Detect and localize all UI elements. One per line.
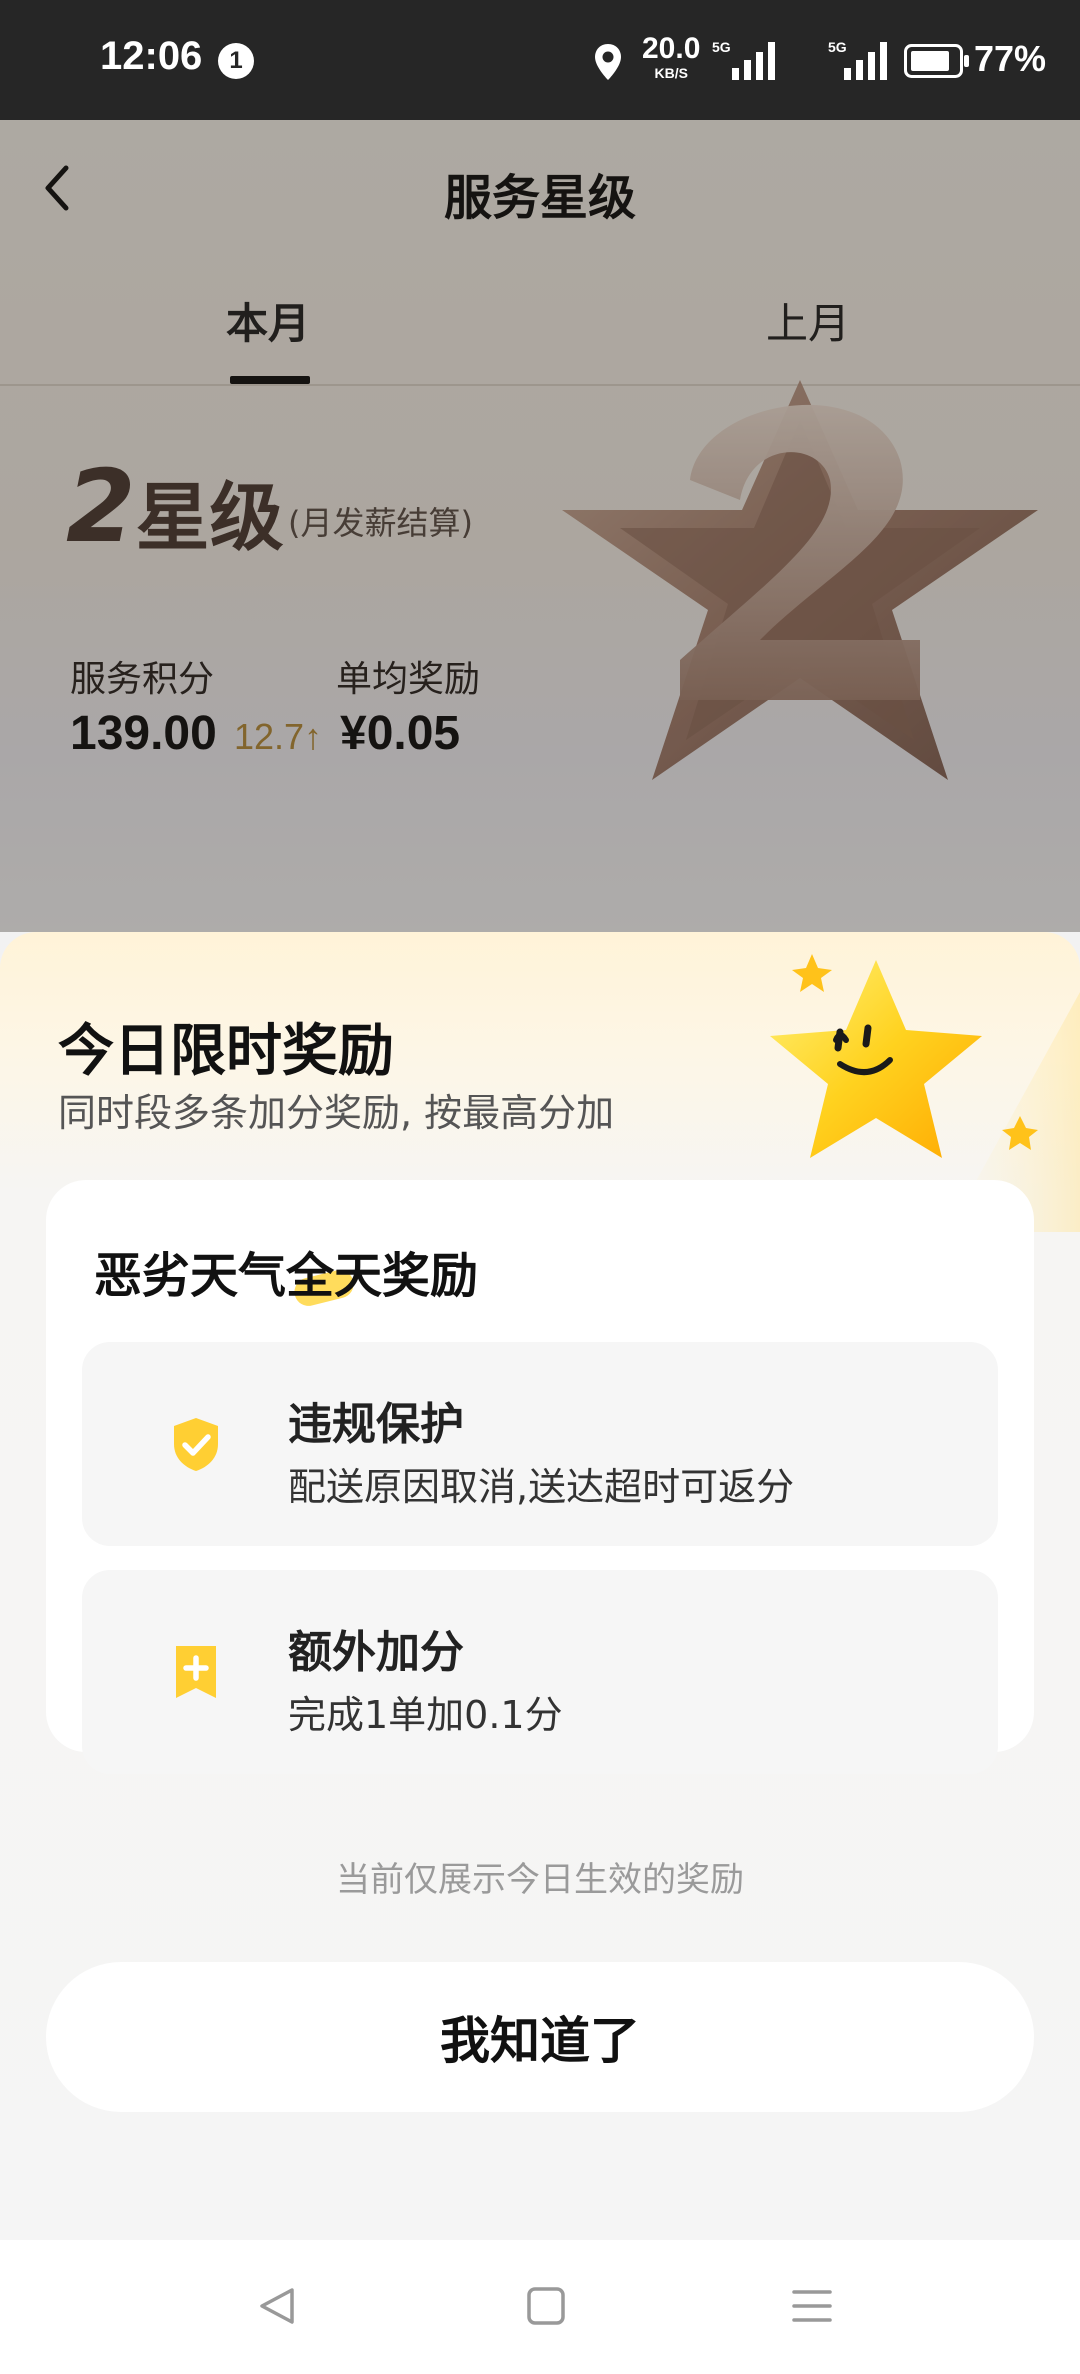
system-back-icon[interactable] (248, 2276, 308, 2336)
system-menu-icon[interactable] (782, 2276, 842, 2336)
signal-5g-icon: 5G (712, 39, 775, 80)
shield-check-icon (174, 1418, 218, 1471)
battery-icon (904, 44, 969, 78)
footer-note: 当前仅展示今日生效的奖励 (336, 1860, 744, 1900)
benefit-item-extra-points: 额外加分 完成1单加0.1分 (82, 1570, 998, 1774)
battery-percent: 77% (974, 38, 1047, 79)
plus-bookmark-icon (176, 1646, 216, 1698)
reward-card: 恶劣天气全天奖励 违规保护 配送原因取消,送达超时可返分 额外加分 完成1单加0… (46, 1180, 1034, 1774)
system-navigation-bar (0, 2240, 1080, 2374)
reward-card-title: 恶劣天气全天奖励 (94, 1248, 479, 1304)
signal-2-label: 5G (828, 39, 847, 55)
benefit-title: 额外加分 (288, 1627, 464, 1678)
signal-1-label: 5G (712, 39, 731, 55)
network-speed: 20.0 KB/S (642, 32, 701, 81)
location-icon (595, 44, 621, 80)
got-it-button[interactable]: 我知道了 (46, 1962, 1034, 2112)
benefit-title: 违规保护 (288, 1399, 464, 1450)
status-time: 12:06 (100, 34, 203, 78)
network-speed-value: 20.0 (642, 32, 701, 65)
status-bar: 12:06 1 20.0 KB/S 5G 5G 77% (0, 0, 1080, 120)
benefit-description: 完成1单加0.1分 (288, 1693, 563, 1737)
sheet-subtitle: 同时段多条加分奖励, 按最高分加 (58, 1091, 615, 1135)
network-speed-unit: KB/S (654, 65, 688, 81)
system-home-icon[interactable] (516, 2276, 576, 2336)
benefit-description: 配送原因取消,送达超时可返分 (288, 1465, 795, 1509)
notification-badge: 1 (218, 43, 254, 79)
benefit-item-violation-protection: 违规保护 配送原因取消,送达超时可返分 (82, 1342, 998, 1546)
status-indicators: 20.0 KB/S 5G 5G 77% (560, 0, 1080, 120)
modal-backdrop[interactable] (0, 120, 1080, 932)
reward-bottom-sheet: 今日限时奖励 同时段多条加分奖励, 按最高分加 恶劣天气全天奖励 违规保护 配送… (0, 932, 1080, 2240)
signal-5g-icon-2: 5G (828, 39, 887, 80)
sheet-title: 今日限时奖励 (58, 1019, 394, 1084)
